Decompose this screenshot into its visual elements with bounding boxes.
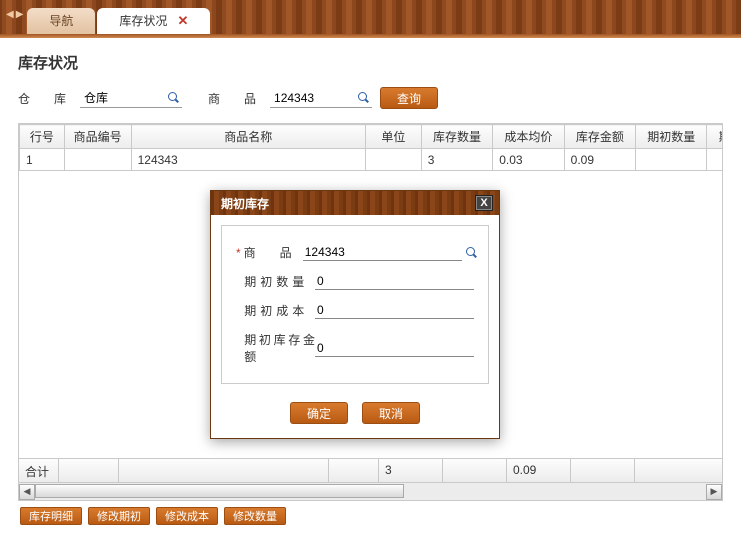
- col-rownum[interactable]: 行号: [20, 125, 65, 149]
- cell-name: 124343: [131, 149, 365, 171]
- search-icon[interactable]: [168, 92, 180, 104]
- filter-row: 仓 库 商 品 查询: [18, 87, 723, 109]
- warehouse-lookup[interactable]: [80, 88, 182, 108]
- warehouse-label: 仓 库: [18, 90, 72, 107]
- col-qty[interactable]: 库存数量: [421, 125, 492, 149]
- col-iqty[interactable]: 期初数量: [636, 125, 707, 149]
- product-lookup[interactable]: [270, 88, 372, 108]
- cell-cost: 0.03: [493, 149, 564, 171]
- scroll-thumb[interactable]: [35, 484, 404, 498]
- col-unit[interactable]: 单位: [366, 125, 422, 149]
- tab-prev-icon[interactable]: ◀: [6, 9, 14, 20]
- form-row-cost: 期初成本: [236, 302, 474, 319]
- form-row-product: * 商 品: [236, 244, 474, 261]
- col-name[interactable]: 商品名称: [131, 125, 365, 149]
- cell-iqty: [636, 149, 707, 171]
- scroll-right-icon[interactable]: ▶: [706, 484, 722, 500]
- table-row[interactable]: 1 124343 3 0.03 0.09: [20, 149, 724, 171]
- total-label: 合计: [19, 459, 59, 482]
- page-title: 库存状况: [18, 52, 723, 73]
- col-cost[interactable]: 成本均价: [493, 125, 564, 149]
- edit-initial-button[interactable]: 修改期初: [88, 507, 150, 525]
- cell-rownum: 1: [20, 149, 65, 171]
- amt-field-input[interactable]: [315, 340, 474, 357]
- cell-icost: [707, 149, 723, 171]
- tab-inventory-label: 库存状况: [119, 8, 167, 34]
- col-icost[interactable]: 期初成本: [707, 125, 723, 149]
- product-field-input[interactable]: [303, 244, 462, 261]
- query-button[interactable]: 查询: [380, 87, 438, 109]
- detail-button[interactable]: 库存明细: [20, 507, 82, 525]
- warehouse-input[interactable]: [84, 91, 164, 105]
- edit-qty-button[interactable]: 修改数量: [224, 507, 286, 525]
- tab-inventory[interactable]: 库存状况 ✕: [97, 8, 210, 34]
- grid-total-row: 合计 3 0.09: [19, 458, 722, 482]
- cancel-button[interactable]: 取消: [362, 402, 420, 424]
- grid-table: 行号 商品编号 商品名称 单位 库存数量 成本均价 库存金额 期初数量 期初成本…: [19, 124, 723, 171]
- qty-field-label: 期初数量: [244, 273, 315, 290]
- edit-cost-button[interactable]: 修改成本: [156, 507, 218, 525]
- total-blank: [59, 459, 119, 482]
- search-icon[interactable]: [466, 247, 474, 259]
- search-icon[interactable]: [358, 92, 370, 104]
- amt-field-label: 期初库存金额: [244, 331, 315, 365]
- cell-qty: 3: [421, 149, 492, 171]
- tab-next-icon[interactable]: ▶: [16, 9, 24, 20]
- cell-code: [64, 149, 131, 171]
- required-mark: *: [236, 246, 241, 260]
- col-amt[interactable]: 库存金额: [564, 125, 635, 149]
- dialog-close-icon[interactable]: X: [475, 195, 493, 211]
- product-field-label: 商 品: [244, 244, 303, 261]
- dialog-footer: 确定 取消: [211, 394, 499, 438]
- total-qty: 3: [379, 459, 443, 482]
- total-blank: [443, 459, 507, 482]
- cell-amt: 0.09: [564, 149, 635, 171]
- form-row-qty: 期初数量: [236, 273, 474, 290]
- dialog-title-text: 期初库存: [221, 195, 269, 212]
- tab-nav-label: 导航: [49, 8, 73, 34]
- total-blank: [119, 459, 329, 482]
- scroll-track[interactable]: [35, 484, 706, 500]
- total-blank: [329, 459, 379, 482]
- product-input[interactable]: [274, 91, 354, 105]
- total-amt: 0.09: [507, 459, 571, 482]
- qty-field-input[interactable]: [315, 273, 474, 290]
- ok-button[interactable]: 确定: [290, 402, 348, 424]
- horizontal-scrollbar[interactable]: ◀ ▶: [19, 482, 722, 500]
- grid-header-row: 行号 商品编号 商品名称 单位 库存数量 成本均价 库存金额 期初数量 期初成本: [20, 125, 724, 149]
- total-blank: [635, 459, 722, 482]
- bottom-button-bar: 库存明细 修改期初 修改成本 修改数量: [18, 501, 723, 525]
- form-row-amt: 期初库存金额: [236, 331, 474, 365]
- tab-strip: ◀ ▶ 导航 库存状况 ✕: [0, 0, 741, 34]
- dialog-body: * 商 品 期初数量 期初成本 期初库存金额: [221, 225, 489, 384]
- tab-nav-arrows: ◀ ▶: [6, 0, 27, 34]
- product-label: 商 品: [208, 90, 262, 107]
- close-icon[interactable]: ✕: [177, 8, 188, 34]
- scroll-left-icon[interactable]: ◀: [19, 484, 35, 500]
- dialog-titlebar[interactable]: 期初库存 X: [211, 191, 499, 215]
- col-code[interactable]: 商品编号: [64, 125, 131, 149]
- cell-unit: [366, 149, 422, 171]
- total-blank: [571, 459, 635, 482]
- initial-stock-dialog: 期初库存 X * 商 品 期初数量 期初成本 期初库存金额 确定 取消: [210, 190, 500, 439]
- tab-nav[interactable]: 导航: [27, 8, 95, 34]
- cost-field-label: 期初成本: [244, 302, 315, 319]
- cost-field-input[interactable]: [315, 302, 474, 319]
